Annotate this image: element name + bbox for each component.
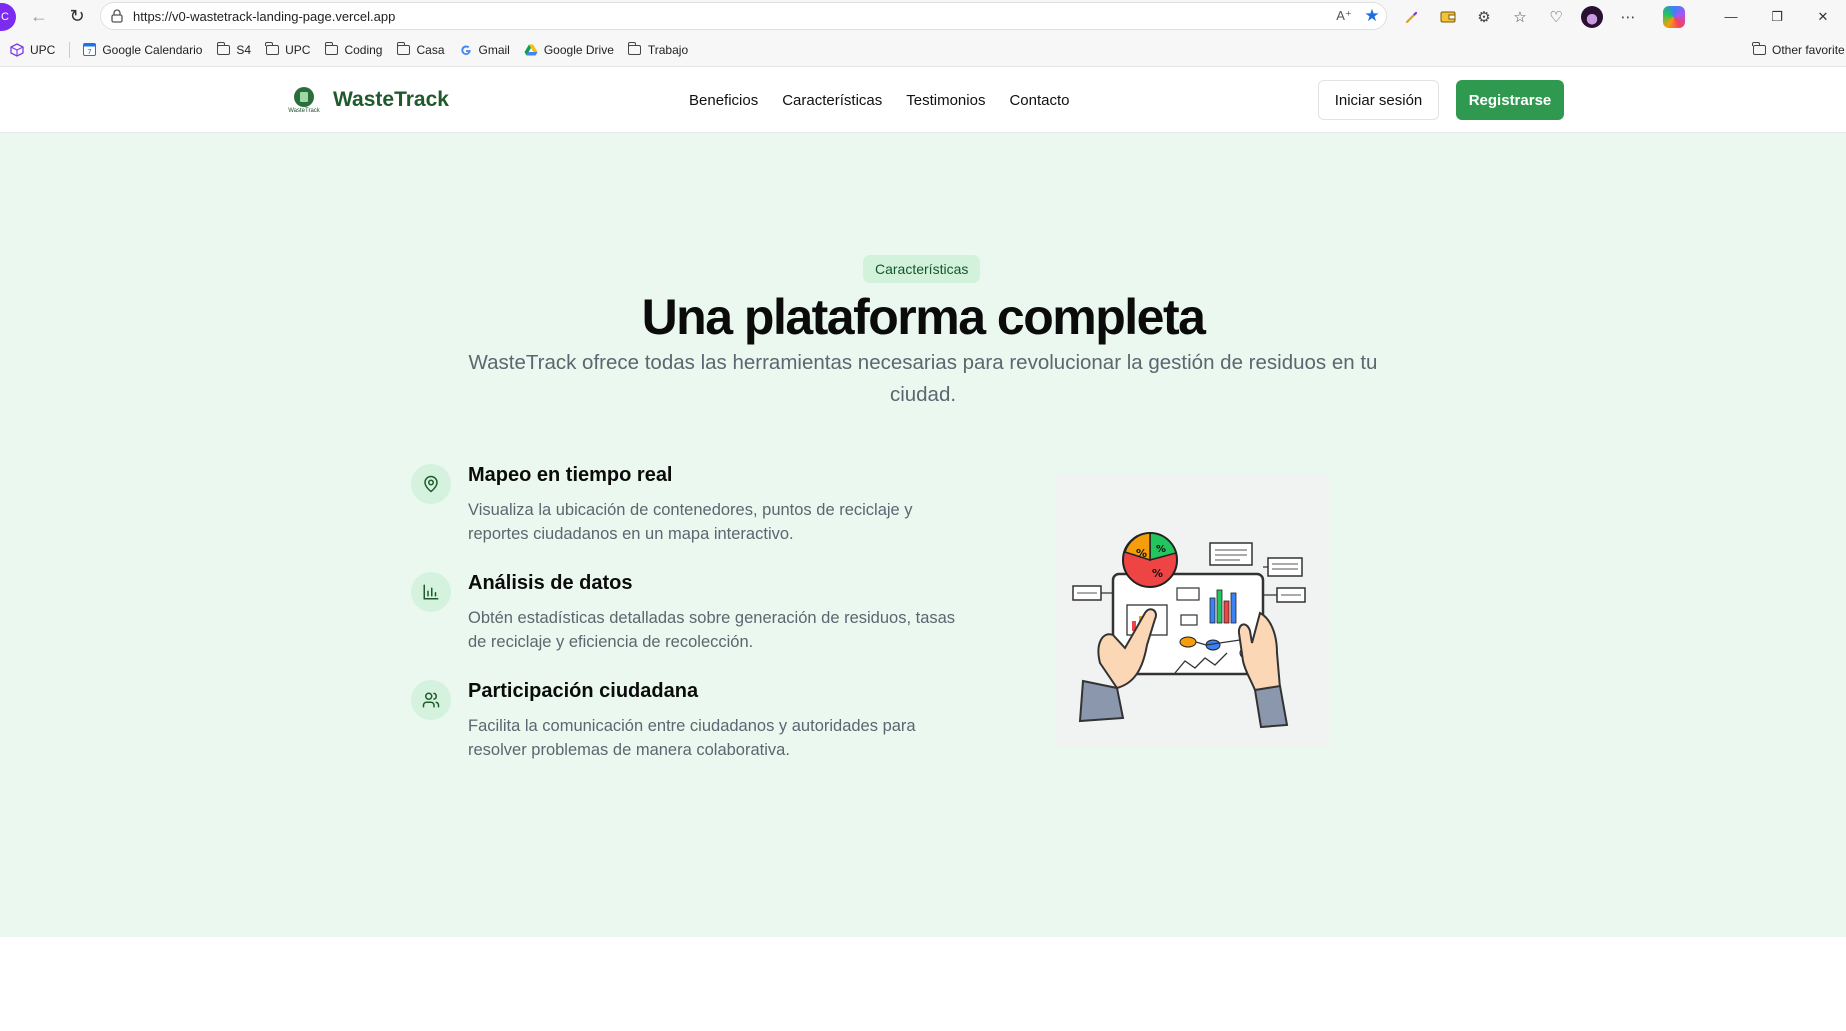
- browser-titlebar: C ← ↻ https://v0-wastetrack-landing-page…: [0, 0, 1846, 33]
- feature-title: Mapeo en tiempo real: [468, 464, 673, 486]
- bookmark-separator: [69, 41, 71, 58]
- map-pin-icon: [411, 464, 451, 504]
- read-aloud-icon[interactable]: A⁺: [1330, 2, 1358, 30]
- close-window-button[interactable]: ✕: [1800, 0, 1846, 33]
- feature-description: Facilita la comunicación entre ciudadano…: [468, 717, 916, 759]
- folder-icon: [324, 41, 338, 56]
- bookmark-label: Coding: [344, 42, 383, 57]
- extensions-icon[interactable]: ⚙: [1466, 0, 1502, 33]
- pie-label: %: [1156, 544, 1166, 555]
- wallet-icon[interactable]: [1430, 0, 1466, 33]
- bookmark-google-drive[interactable]: Google Drive: [524, 43, 614, 57]
- analytics-illustration: % % %: [1055, 473, 1329, 748]
- bookmark-label: Other favorite: [1772, 42, 1845, 57]
- profile-button[interactable]: C: [0, 2, 16, 31]
- features-section: Características Una plataforma completa …: [0, 133, 1846, 937]
- nav-caracteristicas[interactable]: Características: [782, 92, 882, 109]
- drive-icon: [524, 44, 538, 56]
- feature-title: Análisis de datos: [468, 572, 633, 594]
- bookmark-label: UPC: [285, 42, 311, 57]
- url-text[interactable]: https://v0-wastetrack-landing-page.verce…: [133, 9, 1330, 24]
- logo-small-text: WasteTrack: [288, 107, 320, 114]
- nav-beneficios[interactable]: Beneficios: [689, 92, 758, 109]
- register-button[interactable]: Registrarse: [1456, 80, 1564, 120]
- back-button[interactable]: ←: [24, 2, 54, 32]
- bookmark-label: Google Drive: [543, 42, 614, 57]
- calendar-icon: 7: [82, 43, 96, 56]
- feature-description: Obtén estadísticas detalladas sobre gene…: [468, 609, 956, 651]
- favorites-icon[interactable]: ☆: [1502, 0, 1538, 33]
- profile-initial: C: [1, 10, 9, 23]
- address-bar[interactable]: https://v0-wastetrack-landing-page.verce…: [100, 2, 1387, 30]
- logo-icon: WasteTrack: [285, 81, 323, 119]
- bookmark-label: UPC: [30, 42, 56, 57]
- folder-icon: [1752, 41, 1766, 56]
- bookmark-trabajo[interactable]: Trabajo: [627, 41, 689, 57]
- more-menu-icon[interactable]: ⋯: [1610, 0, 1646, 33]
- copilot-icon[interactable]: [1656, 0, 1692, 33]
- bookmark-coding[interactable]: Coding: [324, 41, 383, 57]
- folder-icon: [396, 41, 410, 56]
- lock-icon: [111, 9, 125, 23]
- bookmark-label: S4: [236, 42, 252, 57]
- folder-icon: [265, 41, 279, 56]
- nav-testimonios[interactable]: Testimonios: [906, 92, 985, 109]
- main-nav: Beneficios Características Testimonios C…: [689, 67, 1094, 133]
- nav-contacto[interactable]: Contacto: [1009, 92, 1069, 109]
- bookmarks-bar: UPC 7 Google Calendario S4 UPC Coding Ca…: [0, 33, 1846, 67]
- profile-avatar[interactable]: [1574, 0, 1610, 33]
- favorite-star-icon[interactable]: ★: [1358, 2, 1386, 30]
- feature-description: Visualiza la ubicación de contenedores, …: [468, 501, 913, 543]
- pie-label: %: [1136, 547, 1147, 560]
- cube-icon: [10, 42, 24, 57]
- folder-icon: [216, 41, 230, 56]
- bookmark-upc[interactable]: UPC: [10, 43, 55, 57]
- feature-title: Participación ciudadana: [468, 680, 699, 702]
- section-title: Una plataforma completa: [641, 289, 1206, 345]
- site-header: WasteTrack WasteTrack Beneficios Caracte…: [0, 67, 1846, 133]
- restore-button[interactable]: ❐: [1754, 0, 1800, 33]
- recycle-bin-icon: [294, 86, 314, 107]
- bookmark-upc-folder[interactable]: UPC: [265, 41, 311, 57]
- bookmark-label: Gmail: [478, 42, 510, 57]
- bookmark-label: Trabajo: [647, 42, 689, 57]
- section-subtitle: WasteTrack ofrece todas las herramientas…: [468, 351, 1378, 406]
- bookmark-s4[interactable]: S4: [216, 41, 252, 57]
- google-icon: [459, 44, 473, 56]
- bookmark-other-favorites[interactable]: Other favorite: [1752, 41, 1845, 57]
- bookmark-label: Casa: [416, 42, 445, 57]
- reload-button[interactable]: ↻: [62, 2, 92, 32]
- bookmark-gmail[interactable]: Gmail: [459, 43, 510, 57]
- health-icon[interactable]: ♡: [1538, 0, 1574, 33]
- section-badge: Características: [863, 255, 981, 283]
- login-button[interactable]: Iniciar sesión: [1318, 80, 1439, 120]
- users-icon: [411, 680, 451, 720]
- bookmark-google-calendario[interactable]: 7 Google Calendario: [82, 43, 202, 57]
- bar-chart-icon: [411, 572, 451, 612]
- bookmark-casa[interactable]: Casa: [396, 41, 445, 57]
- pen-icon[interactable]: [1394, 0, 1430, 33]
- svg-text:7: 7: [87, 48, 91, 56]
- minimize-button[interactable]: —: [1708, 0, 1754, 33]
- folder-icon: [627, 41, 642, 56]
- logo[interactable]: WasteTrack WasteTrack: [285, 81, 449, 119]
- bookmark-label: Google Calendario: [102, 42, 203, 57]
- logo-text: WasteTrack: [333, 88, 449, 111]
- pie-label: %: [1152, 567, 1163, 580]
